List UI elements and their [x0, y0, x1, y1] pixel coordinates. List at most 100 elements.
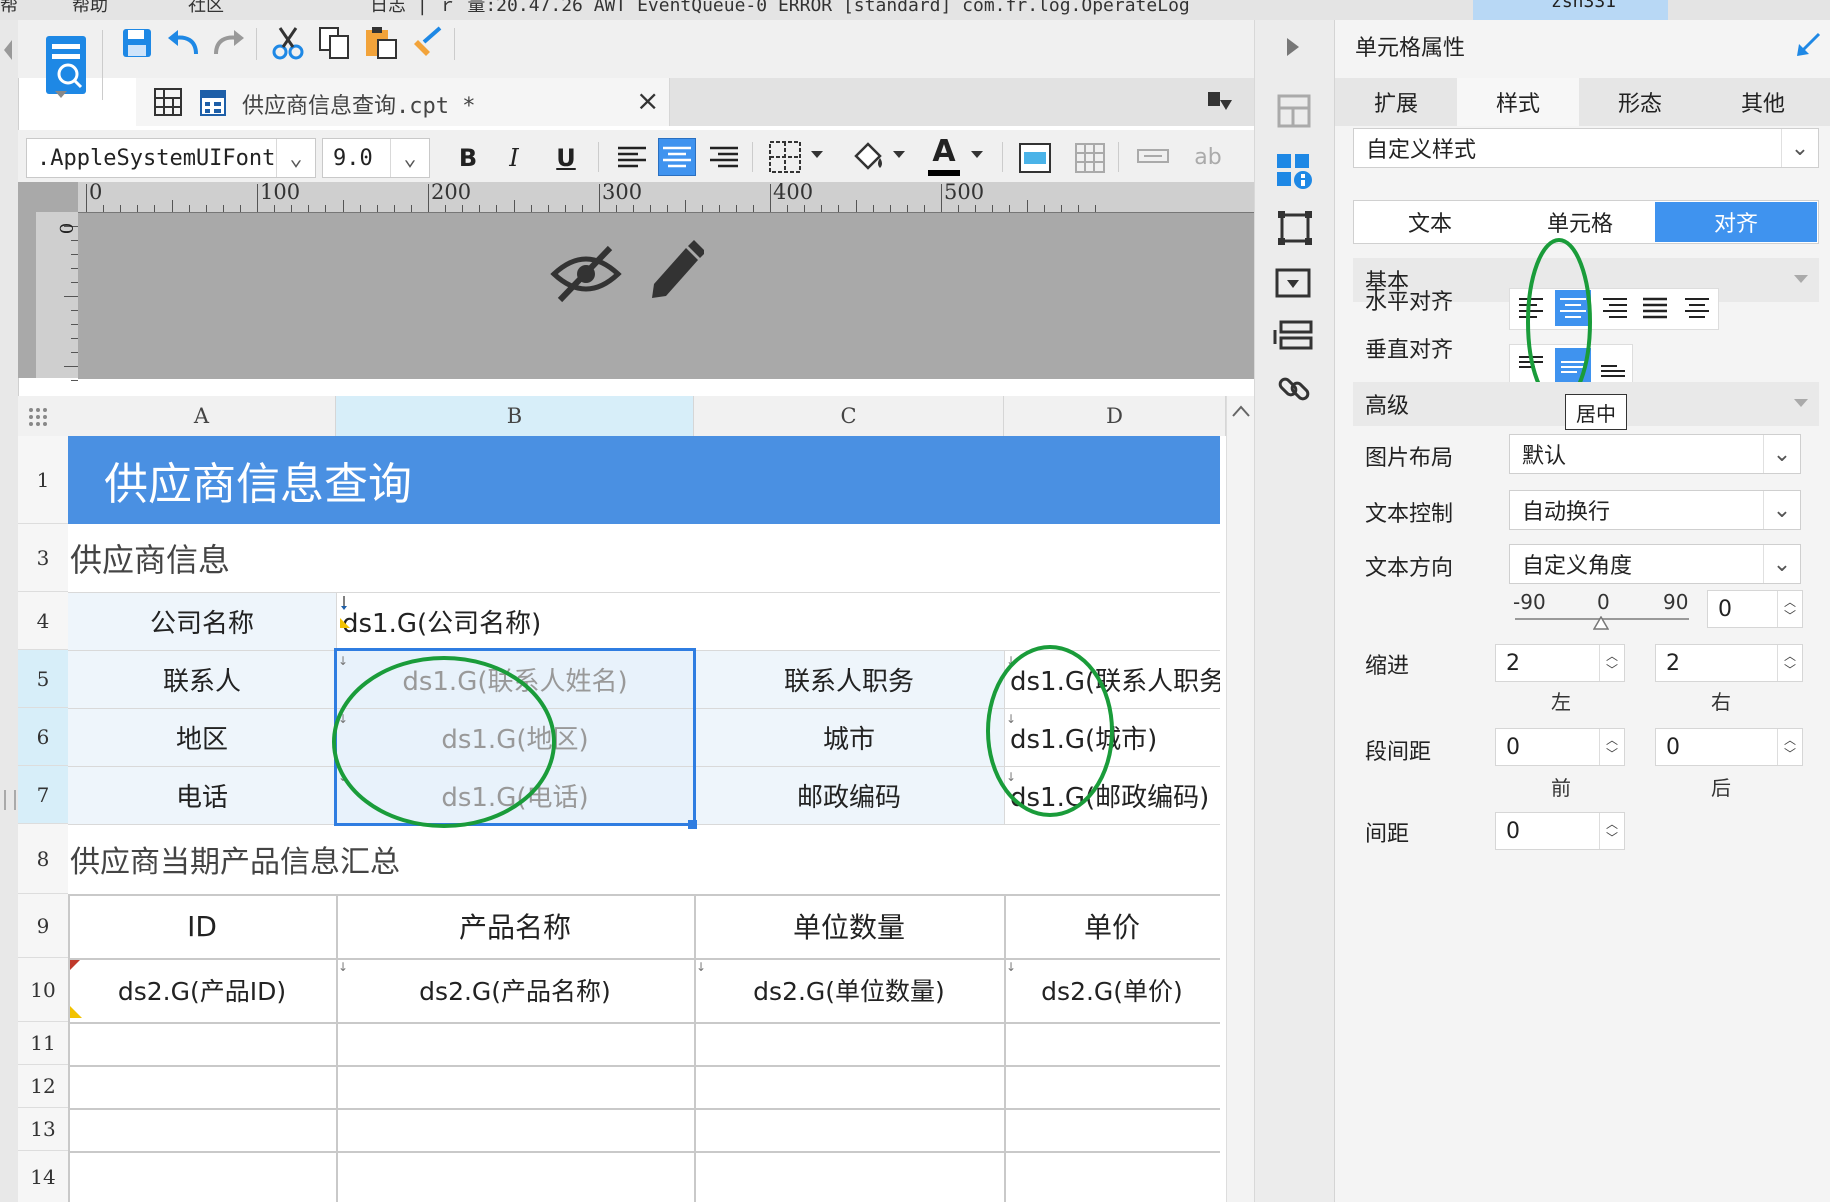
select-all-icon[interactable] — [28, 406, 50, 426]
column-header-d[interactable]: D — [1004, 396, 1226, 436]
contact-label-cell[interactable]: 联系人 — [68, 650, 336, 708]
bold-button[interactable]: B — [450, 140, 486, 176]
align-right-icon[interactable] — [708, 144, 740, 172]
section-heading-supplier[interactable]: 供应商信息 — [70, 524, 670, 592]
indent-left-input[interactable]: 2 ︿ ﹀ — [1495, 644, 1625, 682]
segment-text[interactable]: 文本 — [1355, 202, 1505, 242]
row-header-5[interactable]: 5 — [18, 650, 68, 708]
row-header-12[interactable]: 12 — [18, 1065, 68, 1108]
segment-cell[interactable]: 单元格 — [1505, 202, 1655, 242]
line-spacing-input[interactable]: 0 ︿ ﹀ — [1495, 812, 1625, 850]
insert-text-icon[interactable] — [1018, 142, 1052, 174]
row-header-4[interactable]: 4 — [18, 592, 68, 650]
angle-input[interactable]: 0 ︿ ﹀ — [1707, 590, 1803, 628]
header-product-name-cell[interactable]: 产品名称 — [336, 894, 694, 958]
align-center-button[interactable] — [658, 138, 696, 176]
data-price-cell[interactable]: ds2.G(单价) — [1004, 958, 1220, 1022]
insert-table-icon[interactable] — [1074, 142, 1106, 174]
condition-attributes-icon[interactable] — [1273, 320, 1315, 354]
row-header-1[interactable]: 1 — [18, 436, 68, 524]
row-header-13[interactable]: 13 — [18, 1108, 68, 1151]
row-header-11[interactable]: 11 — [18, 1022, 68, 1065]
report-title-cell[interactable]: 供应商信息查询 — [68, 436, 1220, 524]
h-align-justify-button[interactable] — [1637, 290, 1673, 326]
hide-eye-icon[interactable] — [550, 244, 622, 304]
float-element-icon[interactable] — [1277, 210, 1313, 246]
grid-icon[interactable] — [154, 88, 182, 116]
row-header-10[interactable]: 10 — [18, 958, 68, 1022]
spacing-after-input[interactable]: 0 ︿ ﹀ — [1655, 728, 1803, 766]
spinner-arrows-icon[interactable]: ︿ ﹀ — [1777, 729, 1802, 765]
tab-style[interactable]: 样式 — [1457, 78, 1579, 126]
close-icon[interactable]: × — [636, 84, 659, 117]
chevron-up-icon[interactable] — [1231, 404, 1251, 418]
redo-icon[interactable] — [212, 28, 246, 58]
row-header-8[interactable]: 8 — [18, 824, 68, 894]
vertical-scrollbar[interactable] — [1226, 396, 1255, 1202]
font-color-button[interactable]: A — [924, 132, 964, 170]
tab-form[interactable]: 形态 — [1579, 78, 1701, 126]
font-size-select[interactable]: 9.0 ⌄ — [322, 138, 430, 178]
chevron-down-icon[interactable] — [970, 150, 984, 160]
city-label-cell[interactable]: 城市 — [694, 708, 1004, 766]
header-id-cell[interactable]: ID — [68, 894, 336, 958]
segment-align[interactable]: 对齐 — [1655, 202, 1817, 242]
resize-grip[interactable] — [4, 790, 16, 810]
fill-color-icon[interactable] — [850, 138, 886, 174]
h-align-right-button[interactable] — [1597, 290, 1633, 326]
expand-right-icon[interactable] — [1285, 36, 1301, 58]
text-control-select[interactable]: 自动换行 ⌄ — [1509, 490, 1801, 530]
column-header-b[interactable]: B — [336, 396, 694, 436]
postcode-label-cell[interactable]: 邮政编码 — [694, 766, 1004, 824]
company-label-cell[interactable]: 公司名称 — [68, 592, 336, 650]
dropdown-arrow-icon[interactable] — [54, 90, 68, 100]
collapse-left-icon[interactable] — [2, 38, 14, 62]
phone-label-cell[interactable]: 电话 — [68, 766, 336, 824]
hyperlink-icon[interactable] — [1277, 372, 1311, 406]
chevron-down-icon[interactable] — [810, 150, 824, 160]
image-layout-select[interactable]: 默认 ⌄ — [1509, 434, 1801, 474]
apply-arrow-icon[interactable] — [1795, 30, 1823, 58]
widget-icon[interactable] — [1136, 148, 1170, 166]
data-id-cell[interactable]: ds2.G(产品ID) — [68, 958, 336, 1022]
h-align-distributed-button[interactable] — [1679, 290, 1715, 326]
spinner-arrows-icon[interactable]: ︿ ﹀ — [1599, 813, 1624, 849]
user-chip[interactable]: zsh331 — [1473, 0, 1668, 20]
edit-pencil-icon[interactable] — [644, 238, 704, 302]
align-left-icon[interactable] — [616, 144, 648, 172]
text-widget-button[interactable]: ab — [1188, 140, 1228, 174]
tab-expand[interactable]: 扩展 — [1335, 78, 1457, 126]
spinner-arrows-icon[interactable]: ︿ ﹀ — [1599, 645, 1624, 681]
format-painter-icon[interactable] — [410, 26, 444, 60]
region-label-cell[interactable]: 地区 — [68, 708, 336, 766]
menu-help[interactable]: 帮助 — [72, 0, 108, 17]
column-header-c[interactable]: C — [694, 396, 1004, 436]
spinner-arrows-icon[interactable]: ︿ ﹀ — [1777, 645, 1802, 681]
row-header-7[interactable]: 7 — [18, 766, 68, 824]
column-header-a[interactable]: A — [68, 396, 336, 436]
data-unit-qty-cell[interactable]: ds2.G(单位数量) — [694, 958, 1004, 1022]
tab-menu-icon[interactable] — [1206, 90, 1234, 114]
row-header-9[interactable]: 9 — [18, 894, 68, 958]
cut-icon[interactable] — [272, 26, 304, 60]
row-header-6[interactable]: 6 — [18, 708, 68, 766]
paste-icon[interactable] — [364, 26, 398, 60]
widget-settings-icon[interactable] — [1275, 268, 1313, 300]
contact-title-label-cell[interactable]: 联系人职务 — [694, 650, 1004, 708]
menu-fragment[interactable]: 帮 — [0, 0, 18, 17]
italic-button[interactable]: I — [496, 140, 532, 176]
cell-element-icon[interactable] — [1277, 92, 1313, 132]
underline-button[interactable]: U — [548, 140, 584, 176]
copy-icon[interactable] — [318, 26, 350, 60]
file-tab[interactable]: 供应商信息查询.cpt * × — [136, 78, 670, 126]
fill-handle[interactable] — [688, 820, 697, 829]
font-family-select[interactable]: .AppleSystemUIFont ⌄ — [26, 138, 316, 178]
row-header-14[interactable]: 14 — [18, 1151, 68, 1202]
style-type-select[interactable]: 自定义样式 ⌄ — [1353, 128, 1819, 168]
save-icon[interactable] — [122, 28, 152, 58]
menu-community[interactable]: 社区 — [188, 0, 224, 17]
cell-attributes-icon[interactable] — [1275, 152, 1315, 192]
row-header-3[interactable]: 3 — [18, 524, 68, 592]
header-unit-qty-cell[interactable]: 单位数量 — [694, 894, 1004, 958]
data-product-name-cell[interactable]: ds2.G(产品名称) — [336, 958, 694, 1022]
